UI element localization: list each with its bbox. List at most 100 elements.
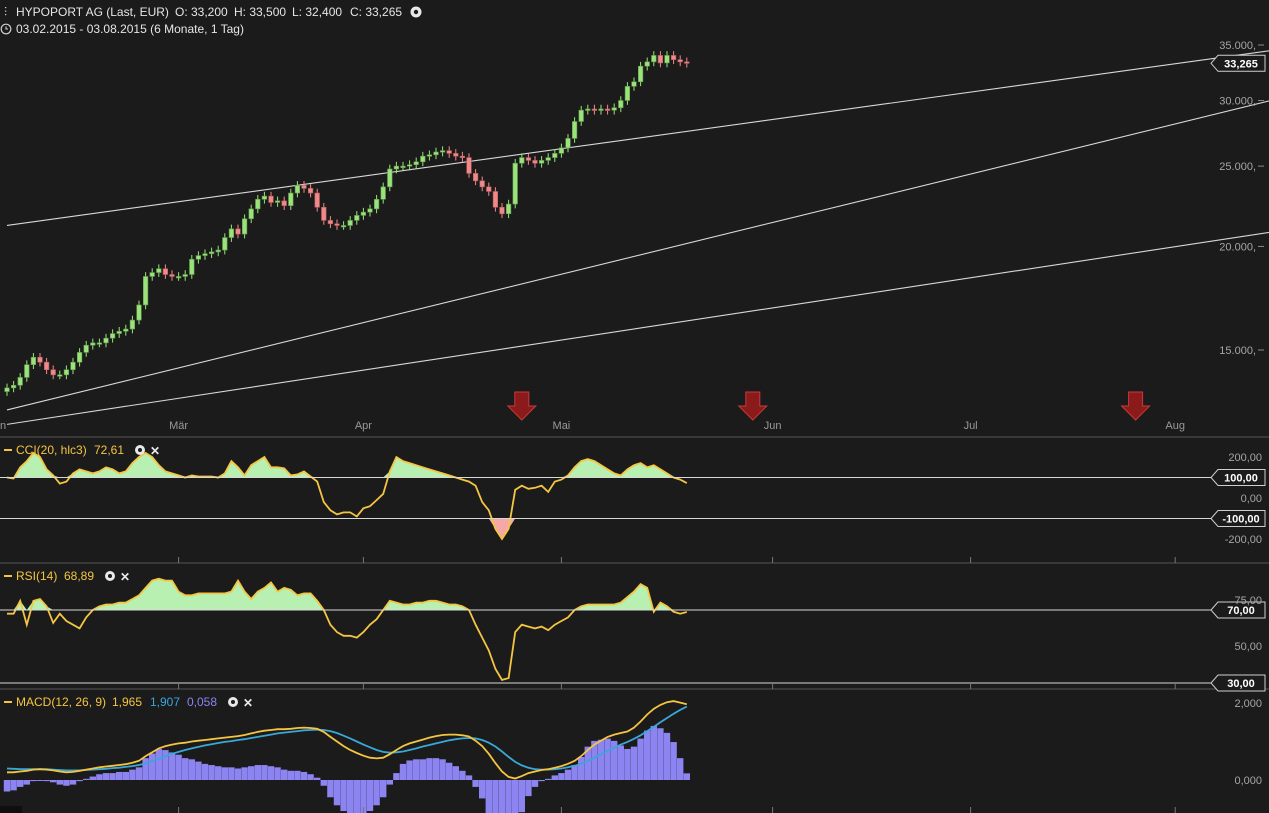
rsi-close-icon[interactable]: ✕ — [120, 570, 130, 584]
candle-body — [519, 157, 525, 164]
cci-level-label: -100,00 — [1222, 514, 1259, 526]
macd-histogram-bar — [116, 771, 123, 780]
macd-histogram-bar — [670, 742, 677, 780]
macd-histogram-bar — [663, 732, 671, 780]
candle-body — [70, 361, 76, 371]
candle-body — [466, 157, 472, 174]
macd-histogram-bar — [201, 763, 209, 780]
candle-body — [360, 211, 367, 216]
candle-body — [413, 161, 419, 165]
macd-histogram-bar — [228, 767, 235, 780]
period-label: 03.02.2015 - 03.08.2015 (6 Monate, 1 Tag… — [16, 22, 244, 36]
candle-body — [24, 364, 30, 378]
macd-histogram-bar — [518, 780, 525, 813]
macd-tick-label: 2,000 — [1234, 698, 1262, 710]
macd-histogram-bar — [545, 778, 552, 780]
candle-body — [202, 253, 208, 256]
candle-body — [446, 150, 452, 154]
macd-histogram-bar — [353, 780, 360, 813]
macd-histogram-bar — [241, 767, 248, 780]
macd-histogram-bar — [43, 780, 50, 782]
cci-close-icon[interactable]: ✕ — [150, 444, 160, 458]
candle-body — [677, 59, 683, 63]
candle-body — [492, 191, 499, 208]
cci-legend-label: CCI(20, hlc3) — [16, 443, 87, 457]
macd-histogram-bar — [69, 780, 77, 785]
macd-histogram-bar — [155, 748, 162, 780]
candle-body — [486, 186, 492, 192]
price-tick-label: 30.000, — [1219, 95, 1256, 107]
cci-tick-label: -200,00 — [1225, 534, 1262, 546]
candle-body — [169, 274, 175, 277]
candle-body — [624, 86, 630, 101]
candle-body — [327, 220, 334, 225]
macd-histogram-bar — [446, 762, 453, 780]
candle-body — [110, 333, 116, 339]
candle-body — [499, 206, 505, 215]
candle-body — [340, 225, 347, 228]
macd-histogram-bar — [340, 780, 347, 812]
price-tick-label: 25.000, — [1219, 161, 1256, 173]
macd-histogram-bar — [142, 758, 149, 780]
candle-body — [149, 272, 155, 277]
candle-body — [571, 121, 578, 139]
macd-histogram-bar — [571, 765, 578, 780]
macd-histogram-bar — [36, 780, 44, 781]
candle-body — [505, 203, 512, 215]
macd-histogram-bar — [267, 766, 275, 780]
macd-histogram-bar — [677, 758, 684, 780]
candle-body — [426, 154, 433, 157]
macd-histogram-bar — [492, 780, 499, 813]
candle-body — [400, 165, 406, 168]
candle-body — [321, 206, 327, 221]
macd-histogram-bar — [393, 773, 400, 780]
macd-histogram-bar — [624, 748, 631, 780]
macd-histogram-bar — [76, 780, 83, 782]
macd-histogram-bar — [373, 780, 380, 806]
macd-histogram-bar — [307, 774, 314, 780]
macd-histogram-bar — [465, 775, 473, 780]
rsi-level-label: 30,00 — [1227, 678, 1255, 690]
candle-body — [532, 160, 538, 164]
candle-body — [472, 173, 479, 182]
candle-body — [17, 377, 23, 386]
macd-histogram-bar — [452, 766, 459, 780]
candle-body — [143, 276, 149, 306]
settings-icon[interactable] — [410, 6, 422, 18]
macd-histogram-bar — [188, 759, 195, 780]
cci-tick-label: 0,00 — [1241, 493, 1262, 505]
rsi-legend-value: 68,89 — [64, 569, 94, 583]
candle-body — [37, 356, 43, 363]
candle-body — [116, 330, 122, 334]
macd-histogram-bar — [419, 759, 426, 780]
macd-tick-label: 0,000 — [1234, 775, 1262, 787]
price-tick-label: 15.000, — [1219, 345, 1256, 357]
macd-histogram-bar — [366, 780, 374, 812]
candle-body — [215, 249, 221, 253]
candle-body — [307, 188, 314, 194]
candle-body — [459, 155, 466, 158]
candle-body — [43, 361, 50, 371]
macd-close-icon[interactable]: ✕ — [243, 696, 253, 710]
macd-histogram-bar — [406, 760, 413, 780]
macd-histogram-bar — [10, 780, 17, 791]
macd-histogram-bar — [234, 768, 242, 780]
macd-histogram-bar — [320, 780, 327, 786]
rsi-settings-icon[interactable] — [105, 571, 115, 581]
macd-histogram-bar — [89, 776, 96, 780]
candle-body — [657, 55, 663, 64]
x-axis-label: Aug — [1165, 420, 1185, 432]
candle-body — [684, 61, 690, 64]
candle-body — [63, 369, 69, 376]
macd-histogram-bar — [479, 780, 486, 799]
macd-histogram-bar — [617, 745, 624, 780]
macd-histogram-bar — [195, 761, 202, 780]
candle-body — [228, 228, 235, 238]
macd-histogram-bar — [637, 738, 644, 780]
cci-settings-icon[interactable] — [135, 445, 145, 455]
chart-type-icon: ⫶ — [4, 5, 7, 19]
macd-histogram-bar — [505, 780, 512, 813]
candle-body — [334, 223, 340, 226]
macd-settings-icon[interactable] — [228, 697, 238, 707]
corner-marker — [0, 806, 22, 813]
